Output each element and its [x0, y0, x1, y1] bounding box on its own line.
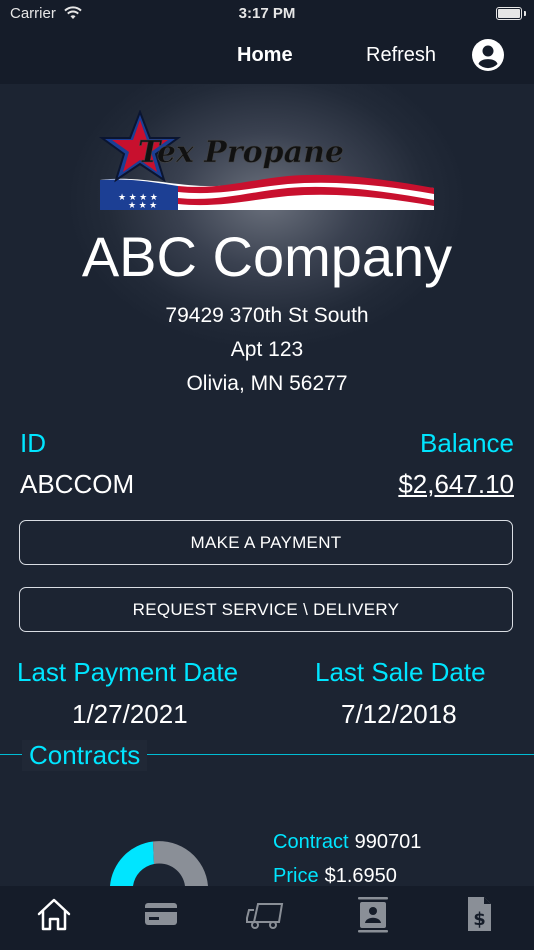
invoice-dollar-icon[interactable]: $ [459, 894, 499, 934]
price-row: Price $1.6950 [273, 865, 397, 888]
request-service-button[interactable]: REQUEST SERVICE \ DELIVERY [19, 587, 513, 632]
contract-label: Contract [273, 831, 349, 853]
credit-card-icon[interactable] [141, 894, 181, 934]
nav-refresh-link[interactable]: Refresh [366, 44, 436, 67]
home-icon[interactable] [34, 894, 74, 934]
price-label: Price [273, 865, 319, 887]
address-line-1: 79429 370th St South [165, 304, 369, 327]
last-payment-date-label: Last Payment Date [17, 657, 239, 687]
price-value: $1.6950 [324, 865, 397, 887]
battery-cap [524, 11, 526, 16]
balance-link[interactable]: $2,647.10 [398, 469, 514, 500]
tab-bar: $ [0, 886, 534, 950]
last-sale-date-value: 7/12/2018 [341, 699, 457, 729]
logo-wordmark: Tex Propane [138, 135, 344, 170]
delivery-truck-icon[interactable] [246, 894, 286, 934]
contract-value: 990701 [354, 831, 422, 853]
nav-home-link[interactable]: Home [237, 44, 293, 67]
balance-label: Balance [420, 428, 514, 458]
contract-row: Contract 990701 [273, 831, 421, 854]
contracts-heading: Contracts [22, 740, 148, 771]
contact-card-icon[interactable] [353, 894, 393, 934]
top-nav: Home Refresh [0, 28, 534, 84]
make-payment-button[interactable]: MAKE A PAYMENT [19, 520, 513, 565]
id-label: ID [20, 428, 46, 458]
svg-text:$: $ [473, 909, 486, 930]
address-line-3: Olivia, MN 56277 [186, 372, 348, 395]
company-logo: ★ ★ ★ ★ ★ ★ ★ Tex Propane [98, 110, 434, 210]
status-bar: Carrier 3:17 PM [0, 0, 534, 28]
address-line-2: Apt 123 [230, 338, 304, 361]
company-name: ABC Company [81, 225, 453, 288]
last-payment-date-value: 1/27/2021 [72, 699, 188, 729]
svg-text:★ ★ ★: ★ ★ ★ [128, 200, 157, 210]
battery-icon [496, 7, 522, 20]
contract-gauge [110, 841, 208, 886]
clock: 3:17 PM [238, 5, 296, 22]
account-circle-icon[interactable] [471, 38, 505, 72]
last-sale-date-label: Last Sale Date [315, 657, 486, 687]
id-value: ABCCOM [20, 469, 135, 499]
